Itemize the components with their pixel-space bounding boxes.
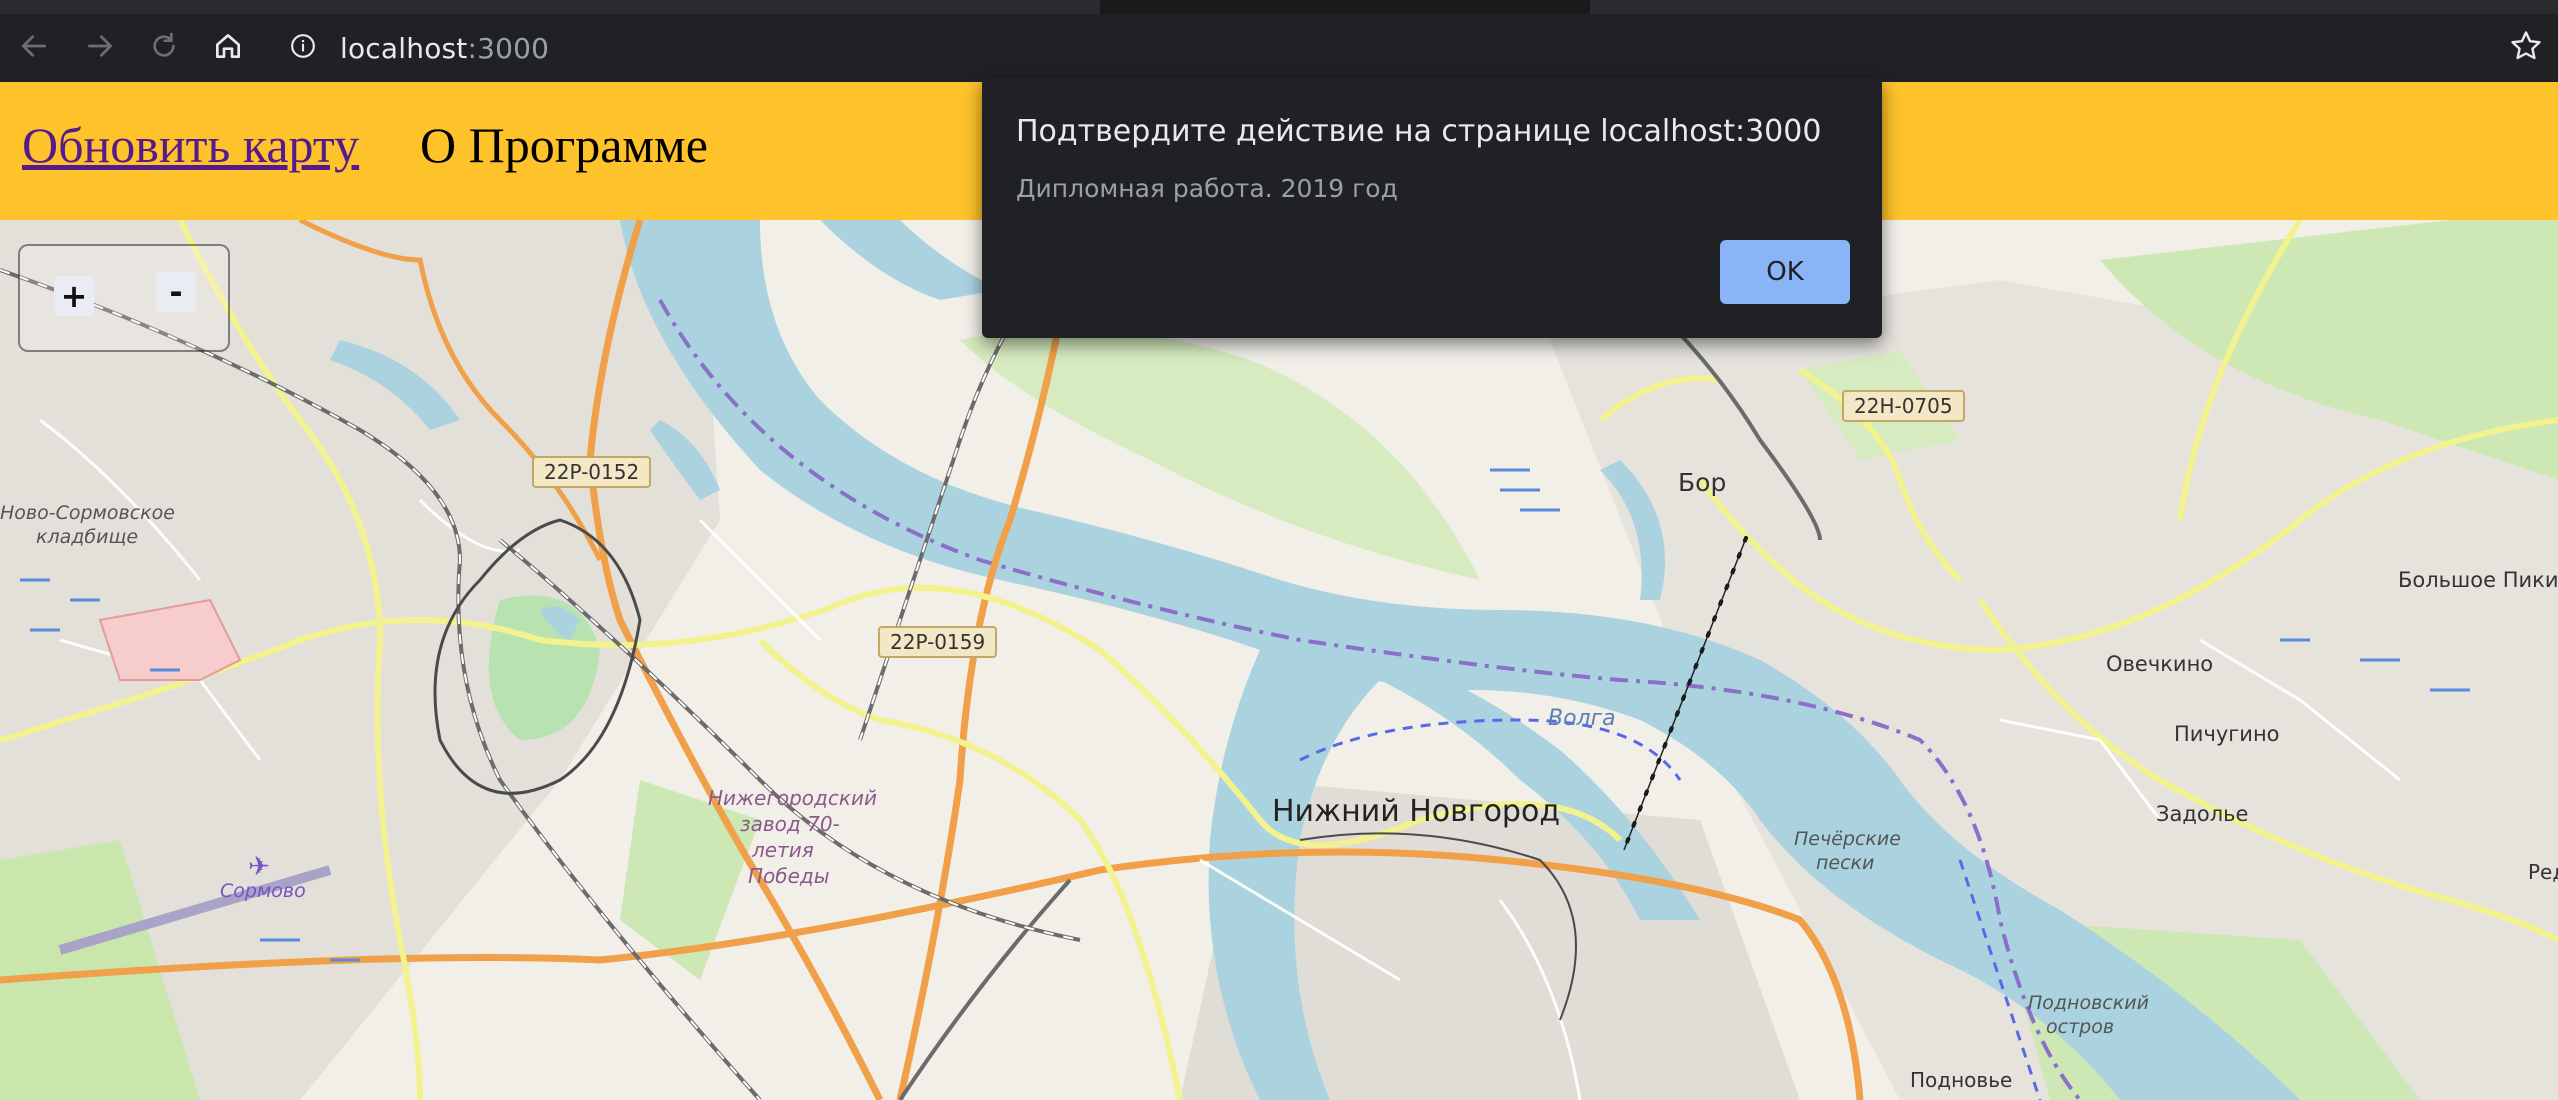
- map-label-city: Нижний Новгород: [1272, 794, 1561, 829]
- browser-toolbar: localhost:3000: [0, 0, 2558, 82]
- refresh-map-link[interactable]: Обновить карту: [22, 116, 359, 174]
- map-label: Большое Пики: [2398, 568, 2558, 592]
- back-button[interactable]: [14, 26, 54, 66]
- arrow-left-icon: [21, 35, 46, 57]
- address-bar[interactable]: localhost:3000: [272, 20, 2494, 72]
- tab-strip: [0, 0, 2558, 14]
- alert-dialog: Подтвердите действие на странице localho…: [982, 78, 1882, 338]
- tab[interactable]: [1590, 0, 2558, 14]
- map-label: Подновский: [2028, 992, 2149, 1014]
- home-button[interactable]: [208, 26, 248, 66]
- reload-icon: [153, 32, 175, 57]
- map-label-river: Волга: [1548, 706, 1616, 731]
- info-icon[interactable]: [290, 33, 316, 59]
- url-text: localhost:3000: [340, 32, 550, 65]
- zoom-control: + -: [18, 244, 230, 352]
- home-icon: [216, 34, 240, 58]
- map-label: Подновье: [1910, 1068, 2013, 1092]
- bookmark-star-icon[interactable]: [2508, 28, 2544, 64]
- road-badge: 22H-0705: [1842, 390, 1965, 422]
- zoom-out-button[interactable]: -: [156, 272, 196, 312]
- ok-button[interactable]: OK: [1720, 240, 1850, 304]
- map-label: Ново-Сормовское: [0, 502, 175, 524]
- map-label: кладбище: [36, 526, 139, 548]
- dialog-message: Дипломная работа. 2019 год: [1016, 174, 1398, 203]
- map[interactable]: + - 22P-0152 22P-0159 22H-0705 Ново-Сорм…: [0, 220, 2558, 1100]
- map-label: Ред: [2528, 860, 2558, 884]
- map-label: Овечкино: [2106, 652, 2214, 676]
- map-label: Сормово: [220, 880, 306, 902]
- airplane-icon: ✈: [248, 852, 270, 882]
- road-badge: 22P-0159: [878, 626, 998, 658]
- road-badge: 22P-0152: [532, 456, 652, 488]
- map-label: Задолье: [2156, 802, 2249, 826]
- map-label-bor: Бор: [1678, 468, 1727, 497]
- arrow-right-icon: [88, 35, 113, 57]
- dialog-title: Подтвердите действие на странице localho…: [1016, 114, 1822, 149]
- about-link[interactable]: О Программе: [420, 116, 708, 174]
- map-label: летия: [752, 838, 814, 862]
- map-label: Печёрские: [1794, 828, 1901, 850]
- tab[interactable]: [0, 0, 1100, 14]
- forward-button[interactable]: [80, 26, 120, 66]
- reload-button[interactable]: [144, 26, 184, 66]
- map-label: Победы: [748, 864, 830, 888]
- map-label: пески: [1816, 852, 1875, 874]
- zoom-in-button[interactable]: +: [54, 276, 94, 316]
- map-label: остров: [2046, 1016, 2115, 1038]
- map-label: завод 70-: [740, 812, 840, 836]
- map-label: Нижегородский: [708, 786, 877, 810]
- map-label: Пичугино: [2174, 722, 2280, 746]
